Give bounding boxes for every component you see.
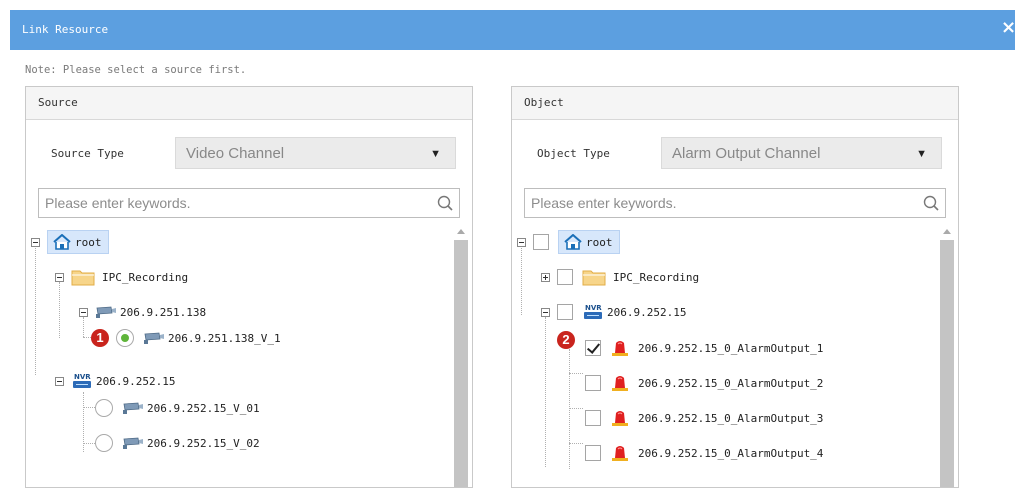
- nvr-icon: NVR: [73, 373, 91, 388]
- dialog-titlebar: Link Resource ×: [10, 10, 1015, 50]
- tree-node-ipc[interactable]: 206.9.251.138: [79, 301, 206, 323]
- object-panel-header: Object: [512, 87, 958, 120]
- source-scrollbar[interactable]: [454, 227, 468, 487]
- dropdown-arrow-icon: ▼: [916, 148, 927, 160]
- object-type-value: Alarm Output Channel: [672, 145, 821, 162]
- ipc-label: 206.9.251.138: [120, 305, 207, 319]
- camera-icon: [144, 332, 164, 344]
- tree-node-alarm-output-1[interactable]: 206.9.252.15_0_AlarmOutput_1: [585, 337, 823, 359]
- folder-label: IPC_Recording: [613, 270, 700, 284]
- object-type-select[interactable]: Alarm Output Channel ▼: [661, 137, 942, 169]
- source-panel-header: Source: [26, 87, 472, 120]
- collapse-icon[interactable]: [31, 237, 40, 247]
- nvr-channel-label: 206.9.252.15_V_02: [147, 436, 260, 450]
- root-node-highlight[interactable]: root: [558, 230, 620, 254]
- source-type-label: Source Type: [51, 147, 124, 160]
- object-type-label: Object Type: [537, 147, 610, 160]
- output-checkbox[interactable]: [585, 375, 601, 391]
- root-checkbox[interactable]: [533, 234, 549, 250]
- scroll-up-icon[interactable]: [457, 229, 465, 234]
- alarm-light-icon: [612, 411, 628, 426]
- folder-icon: [582, 270, 606, 286]
- alarm-light-icon: [612, 446, 628, 461]
- step-badge-1: 1: [91, 329, 109, 347]
- tree-node-root[interactable]: root: [31, 230, 109, 254]
- source-type-select[interactable]: Video Channel ▼: [175, 137, 456, 169]
- folder-checkbox[interactable]: [557, 269, 573, 285]
- tree-node-folder[interactable]: IPC_Recording: [55, 266, 188, 288]
- collapse-icon[interactable]: [55, 376, 64, 386]
- source-tree: root IPC_Recording 206.9.251.138 1 206.9…: [26, 227, 450, 487]
- note-text: Note: Please select a source first.: [25, 64, 247, 76]
- search-icon[interactable]: [923, 195, 939, 211]
- object-tree: root IPC_Recording NVR 206.9.252.15 2 20…: [512, 227, 936, 487]
- camera-icon: [96, 306, 116, 318]
- collapse-icon[interactable]: [55, 272, 64, 282]
- channel-radio[interactable]: [95, 434, 113, 452]
- tree-node-alarm-output-3[interactable]: 206.9.252.15_0_AlarmOutput_3: [585, 407, 823, 429]
- nvr-channel-label: 206.9.252.15_V_01: [147, 401, 260, 415]
- expand-icon[interactable]: [541, 272, 550, 282]
- home-icon: [53, 234, 71, 250]
- close-icon[interactable]: ×: [1001, 18, 1015, 38]
- folder-label: IPC_Recording: [102, 270, 189, 284]
- tree-node-alarm-output-2[interactable]: 206.9.252.15_0_AlarmOutput_2: [585, 372, 823, 394]
- camera-icon: [123, 402, 143, 414]
- scroll-thumb[interactable]: [454, 240, 468, 487]
- nvr-label: 206.9.252.15: [607, 305, 687, 319]
- tree-node-nvr[interactable]: NVR 206.9.252.15: [541, 301, 686, 323]
- alarm-output-label: 206.9.252.15_0_AlarmOutput_3: [638, 411, 824, 425]
- nvr-icon: NVR: [584, 304, 602, 319]
- nvr-label: 206.9.252.15: [96, 374, 176, 388]
- alarm-output-label: 206.9.252.15_0_AlarmOutput_1: [638, 341, 824, 355]
- source-panel: Source Source Type Video Channel ▼ Pleas…: [25, 86, 473, 488]
- camera-icon: [123, 437, 143, 449]
- output-checkbox[interactable]: [585, 410, 601, 426]
- root-label: root: [75, 235, 102, 249]
- channel-radio[interactable]: [95, 399, 113, 417]
- home-icon: [564, 234, 582, 250]
- output-checkbox[interactable]: [585, 445, 601, 461]
- root-label: root: [586, 235, 613, 249]
- tree-node-root[interactable]: root: [517, 230, 620, 254]
- dropdown-arrow-icon: ▼: [430, 148, 441, 160]
- nvr-badge-text: NVR: [585, 304, 602, 312]
- tree-node-nvr[interactable]: NVR 206.9.252.15: [55, 370, 175, 392]
- dialog-title: Link Resource: [22, 23, 109, 36]
- channel-radio[interactable]: [116, 329, 134, 347]
- alarm-light-icon: [612, 341, 628, 356]
- source-search-placeholder: Please enter keywords.: [45, 195, 191, 211]
- nvr-badge-text: NVR: [74, 373, 91, 381]
- search-icon[interactable]: [437, 195, 453, 211]
- object-search-placeholder: Please enter keywords.: [531, 195, 677, 211]
- root-node-highlight[interactable]: root: [47, 230, 109, 254]
- source-search-input[interactable]: Please enter keywords.: [38, 188, 460, 218]
- collapse-icon[interactable]: [517, 237, 526, 247]
- tree-node-folder[interactable]: IPC_Recording: [541, 266, 699, 288]
- alarm-light-icon: [612, 376, 628, 391]
- nvr-checkbox[interactable]: [557, 304, 573, 320]
- tree-node-ipc-channel[interactable]: 206.9.251.138_V_1: [116, 327, 281, 349]
- tree-node-nvr-channel-2[interactable]: 206.9.252.15_V_02: [95, 432, 260, 454]
- object-scrollbar[interactable]: [940, 227, 954, 487]
- tree-node-nvr-channel-1[interactable]: 206.9.252.15_V_01: [95, 397, 260, 419]
- alarm-output-label: 206.9.252.15_0_AlarmOutput_4: [638, 446, 824, 460]
- source-type-value: Video Channel: [186, 145, 285, 162]
- scroll-thumb[interactable]: [940, 240, 954, 487]
- collapse-icon[interactable]: [541, 307, 550, 317]
- object-panel: Object Object Type Alarm Output Channel …: [511, 86, 959, 488]
- tree-node-alarm-output-4[interactable]: 206.9.252.15_0_AlarmOutput_4: [585, 442, 823, 464]
- scroll-up-icon[interactable]: [943, 229, 951, 234]
- output-checkbox-checked[interactable]: [585, 340, 601, 356]
- ipc-channel-label: 206.9.251.138_V_1: [168, 331, 281, 345]
- object-search-input[interactable]: Please enter keywords.: [524, 188, 946, 218]
- folder-icon: [71, 270, 95, 286]
- step-badge-2: 2: [557, 331, 575, 349]
- alarm-output-label: 206.9.252.15_0_AlarmOutput_2: [638, 376, 824, 390]
- collapse-icon[interactable]: [79, 307, 88, 317]
